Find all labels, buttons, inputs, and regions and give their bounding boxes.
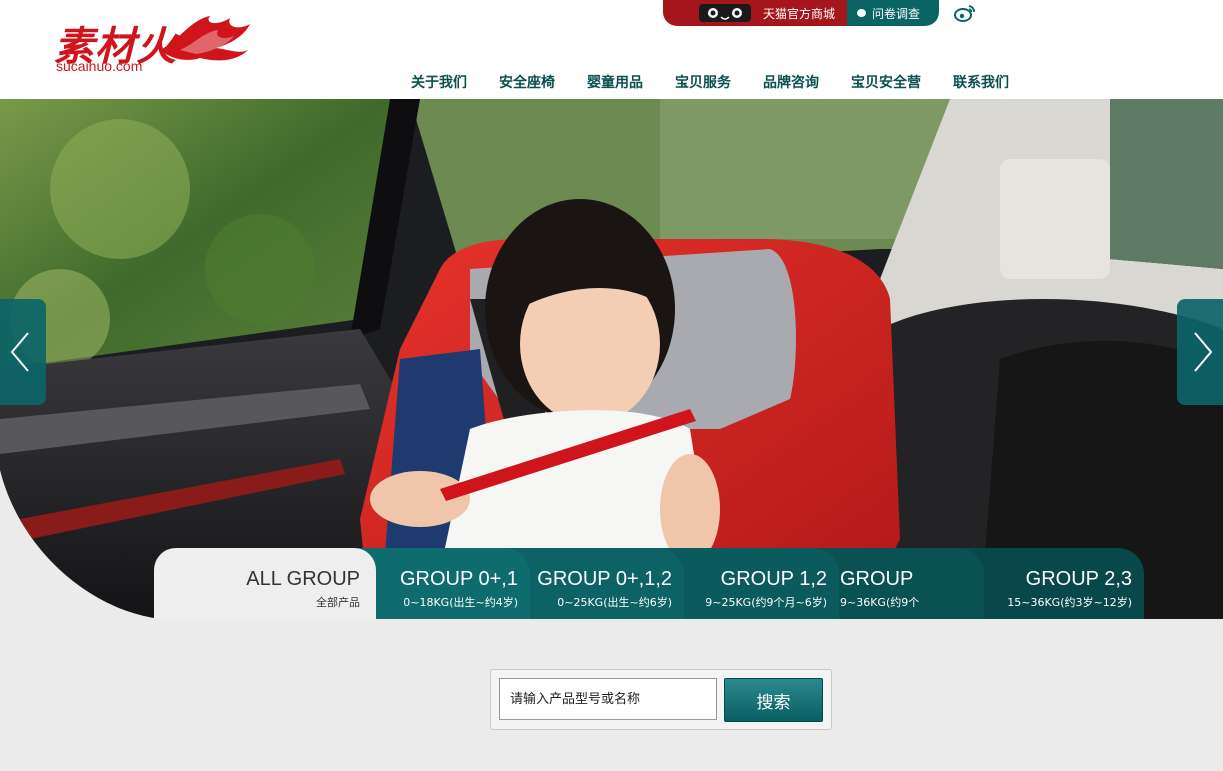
tab-subtitle: 0~25KG(出生~约6岁) xyxy=(557,596,672,609)
tmall-label: 天猫官方商城 xyxy=(762,6,835,21)
tab-group-1-2[interactable]: GROUP 1,2 9~25KG(约9个月~6岁) xyxy=(659,548,839,619)
tmall-link[interactable]: 天猫官方商城 xyxy=(663,0,847,26)
tab-subtitle: 15~36KG(约3岁~12岁) xyxy=(1007,596,1132,609)
tab-title: ALL GROUP xyxy=(246,568,360,590)
group-tabs: GROUP 2,3 15~36KG(约3岁~12岁) GROUP 9~36KG(… xyxy=(154,548,1144,619)
tab-subtitle: 9~25KG(约9个月~6岁) xyxy=(705,596,827,609)
weibo-icon[interactable] xyxy=(954,4,976,22)
nav-item-about[interactable]: 关于我们 xyxy=(395,72,483,92)
tab-title: GROUP 1,2 xyxy=(720,568,827,590)
nav-item-safety-seat[interactable]: 安全座椅 xyxy=(483,72,571,92)
tab-all-group[interactable]: ALL GROUP 全部产品 xyxy=(154,548,376,619)
nav-item-brand[interactable]: 品牌咨询 xyxy=(747,72,835,92)
tmall-cat-icon xyxy=(699,4,751,22)
chat-bubble-icon xyxy=(857,9,866,17)
banner-curve-left xyxy=(0,470,160,619)
tab-group-0-1-2[interactable]: GROUP 0+,1,2 0~25KG(出生~约6岁) xyxy=(504,548,684,619)
hero-banner xyxy=(0,99,1223,619)
main-nav: 关于我们 安全座椅 婴童用品 宝贝服务 品牌咨询 宝贝安全营 联系我们 xyxy=(395,72,1025,92)
tab-group-0-1[interactable]: GROUP 0+,1 0~18KG(出生~约4岁) xyxy=(350,548,530,619)
banner-photo xyxy=(0,99,1223,619)
survey-link[interactable]: 问卷调查 xyxy=(847,0,939,26)
flame-icon xyxy=(160,16,250,61)
tab-title: GROUP 0+,1 xyxy=(399,568,518,590)
search-box: 搜索 xyxy=(490,669,832,730)
tab-title: GROUP xyxy=(840,568,914,590)
tab-subtitle: 9~36KG(约9个 xyxy=(840,596,920,609)
nav-item-safety-camp[interactable]: 宝贝安全营 xyxy=(835,72,937,92)
tab-subtitle: 0~18KG(出生~约4岁) xyxy=(403,596,518,609)
tab-title: GROUP 2,3 xyxy=(1025,568,1132,590)
chevron-right-icon xyxy=(1194,332,1213,372)
tab-group-partial[interactable]: GROUP 9~36KG(约9个 xyxy=(814,548,984,619)
next-slide-button[interactable] xyxy=(1177,299,1223,405)
prev-slide-button[interactable] xyxy=(0,299,46,405)
logo[interactable]: 素材火 sucaihuo.com xyxy=(52,8,252,74)
search-input[interactable] xyxy=(499,678,717,720)
nav-item-baby-products[interactable]: 婴童用品 xyxy=(571,72,659,92)
banner-curve-right xyxy=(1180,99,1223,159)
tab-subtitle: 全部产品 xyxy=(316,596,360,609)
nav-item-contact[interactable]: 联系我们 xyxy=(937,72,1025,92)
logo-subtext: sucaihuo.com xyxy=(56,58,143,74)
header: 素材火 sucaihuo.com 天猫官方商城 问卷调查 关于我们 安全座椅 婴… xyxy=(0,0,1223,99)
search-button[interactable]: 搜索 xyxy=(724,678,823,722)
survey-label: 问卷调查 xyxy=(872,6,921,21)
tab-title: GROUP 0+,1,2 xyxy=(537,568,672,590)
top-bar: 天猫官方商城 问卷调查 xyxy=(663,0,939,26)
nav-item-baby-service[interactable]: 宝贝服务 xyxy=(659,72,747,92)
chevron-left-icon xyxy=(10,332,29,372)
